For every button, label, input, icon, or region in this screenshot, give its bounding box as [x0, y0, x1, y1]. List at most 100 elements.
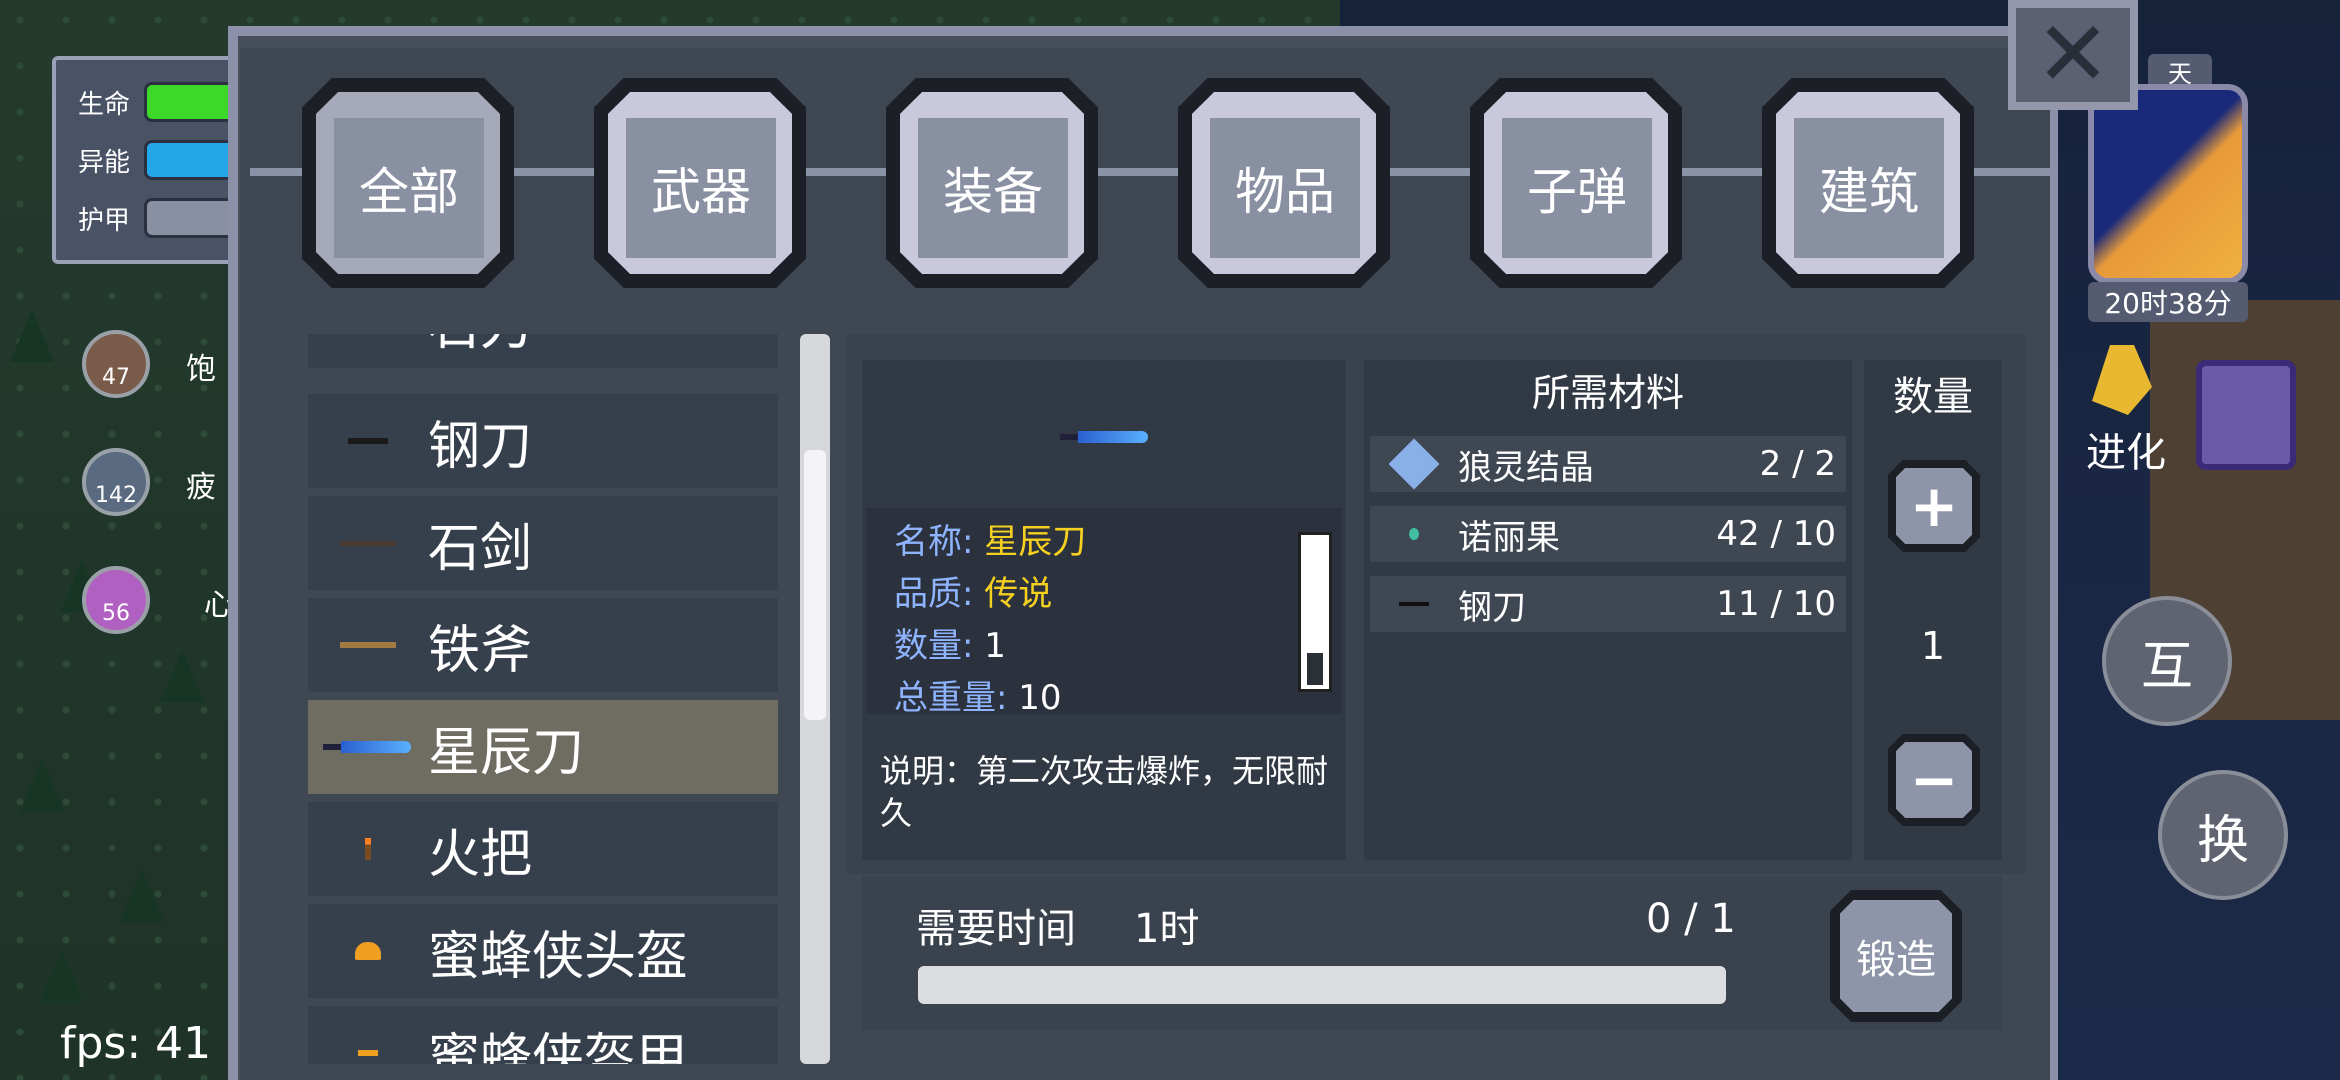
tree [20, 760, 64, 812]
bee-armor-icon [308, 1050, 428, 1056]
fatigue-label: 疲 [186, 470, 216, 505]
heart-icon: 56 [82, 566, 150, 634]
hunger-value: 47 [102, 365, 130, 390]
quantity-title: 数量 [1893, 374, 1973, 420]
material-row: 狼灵结晶 2 / 2 [1370, 436, 1846, 492]
craft-time-value: 1时 [1134, 906, 1200, 952]
item-count-line: 数量: 1 [894, 618, 1006, 667]
materials-title: 所需材料 [1531, 371, 1684, 415]
material-name: 钢刀 [1458, 587, 1526, 628]
list-item[interactable]: 石剑 [308, 496, 778, 590]
item-quality-line: 品质: 传说 [894, 566, 1052, 615]
recipe-list-scroll-thumb[interactable] [804, 450, 826, 720]
material-row: 钢刀 11 / 10 [1370, 576, 1846, 632]
tree [160, 650, 204, 702]
item-description: 说明：第二次攻击爆炸，无限耐久 [880, 752, 1329, 832]
material-count: 11 / 10 [1716, 584, 1836, 624]
quantity-increase-button[interactable]: + [1888, 460, 1980, 552]
list-item-label: 石剑 [428, 518, 533, 579]
item-count-label: 数量: [894, 626, 974, 666]
forge-button[interactable]: 锻造 [1830, 890, 1962, 1022]
recipe-list[interactable]: 石刀 钢刀 石剑 铁斧 星辰刀 火把 蜜蜂侠头盔 蜜蜂侠盔甲 [288, 334, 788, 1064]
fatigue-value: 142 [95, 483, 137, 508]
tab-label: 装备 [918, 118, 1068, 258]
star-blade-icon [308, 741, 428, 753]
tab-frame: 全部 [316, 92, 500, 274]
list-item[interactable]: 钢刀 [308, 394, 778, 488]
clock-time: 20时38分 [2088, 282, 2248, 322]
evolve-label[interactable]: 进化 [2086, 420, 2166, 478]
steel-knife-icon [1370, 602, 1458, 606]
material-row: 诺丽果 42 / 10 [1370, 506, 1846, 562]
list-item[interactable]: 蜜蜂侠盔甲 [308, 1006, 778, 1064]
tab-label: 全部 [334, 118, 484, 258]
tab-equipment[interactable]: 装备 [886, 78, 1098, 288]
bee-helmet-icon [308, 942, 428, 960]
list-item-label: 蜜蜂侠盔甲 [428, 1028, 689, 1065]
star-blade-icon [1060, 428, 1150, 447]
iron-axe-icon [308, 642, 428, 648]
item-weight-value: 10 [1018, 678, 1062, 718]
list-item-selected[interactable]: 星辰刀 [308, 700, 778, 794]
material-count: 2 / 2 [1759, 444, 1836, 484]
list-item-label: 火把 [428, 824, 533, 885]
tab-buildings[interactable]: 建筑 [1762, 78, 1974, 288]
interact-label: 互 [2140, 636, 2193, 697]
list-item-label: 星辰刀 [428, 722, 585, 783]
tab-label: 武器 [626, 118, 776, 258]
hunger-icon: 47 [82, 330, 150, 398]
tab-all[interactable]: 全部 [302, 78, 514, 288]
close-button[interactable]: ✕ [2008, 0, 2138, 110]
tab-ammo[interactable]: 子弹 [1470, 78, 1682, 288]
torch-icon [308, 838, 428, 860]
interact-button[interactable]: 互 [2102, 596, 2232, 726]
list-item[interactable]: 蜜蜂侠头盔 [308, 904, 778, 998]
material-name: 狼灵结晶 [1458, 447, 1594, 488]
item-weight-line: 总重量: 10 [894, 670, 1062, 719]
tab-items[interactable]: 物品 [1178, 78, 1390, 288]
stat-label: 异能 [78, 147, 131, 178]
noni-fruit-icon [1370, 528, 1458, 540]
player-stats-panel: 生命 异能 护甲 [52, 56, 270, 264]
material-count: 42 / 10 [1716, 514, 1836, 554]
swap-button[interactable]: 换 [2158, 770, 2288, 900]
quest-scroll-icon[interactable] [2196, 360, 2296, 470]
item-count-value: 1 [984, 626, 1006, 666]
list-item-label: 铁斧 [428, 620, 533, 681]
minus-icon: − [1896, 742, 1972, 818]
list-item[interactable]: 铁斧 [308, 598, 778, 692]
item-quality-label: 品质: [894, 574, 974, 614]
tree [10, 310, 54, 362]
tab-weapons[interactable]: 武器 [594, 78, 806, 288]
fatigue-icon: 142 [82, 448, 150, 516]
list-item[interactable]: 石刀 [308, 334, 778, 368]
list-item-label: 钢刀 [428, 416, 533, 477]
item-quality-value: 传说 [984, 574, 1053, 614]
craft-time-label: 需要时间 [916, 906, 1076, 952]
forge-label: 锻造 [1840, 900, 1952, 1012]
stat-label: 护甲 [78, 205, 131, 236]
material-name: 诺丽果 [1458, 517, 1560, 558]
wolf-crystal-icon [1370, 438, 1458, 490]
close-icon: ✕ [2035, 2, 2111, 107]
mood-value: 56 [102, 601, 130, 626]
list-item-label: 石刀 [428, 334, 532, 359]
clock-icon [2088, 84, 2248, 284]
stone-sword-icon [308, 540, 428, 546]
tree [120, 870, 164, 922]
item-name-label: 名称: [894, 522, 974, 562]
tab-frame: 装备 [900, 92, 1084, 274]
info-scroll-thumb[interactable] [1304, 650, 1326, 688]
item-name-line: 名称: 星辰刀 [894, 514, 1086, 563]
quantity-decrease-button[interactable]: − [1888, 734, 1980, 826]
stat-label: 生命 [78, 89, 131, 120]
tab-label: 子弹 [1502, 118, 1652, 258]
tab-frame: 子弹 [1484, 92, 1668, 274]
tab-label: 建筑 [1794, 118, 1944, 258]
item-weight-label: 总重量: [894, 678, 1008, 718]
tab-frame: 武器 [608, 92, 792, 274]
list-item[interactable]: 火把 [308, 802, 778, 896]
craft-progress-text: 0 / 1 [1646, 896, 1736, 942]
tab-frame: 建筑 [1776, 92, 1960, 274]
list-item-label: 蜜蜂侠头盔 [428, 926, 689, 987]
